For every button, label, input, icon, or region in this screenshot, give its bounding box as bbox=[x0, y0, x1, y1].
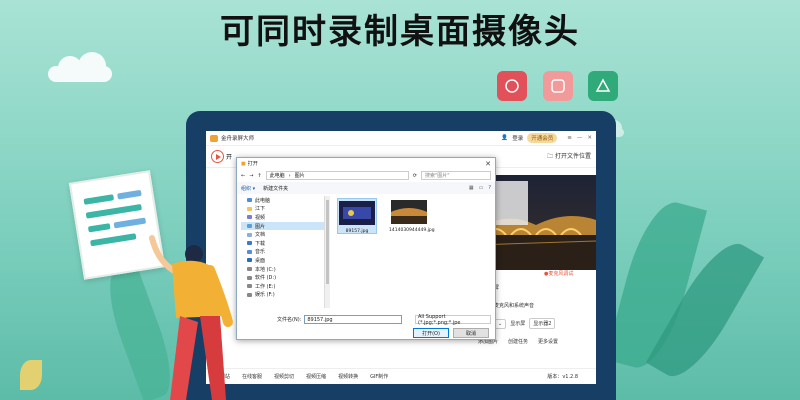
person-illustration bbox=[149, 235, 233, 400]
